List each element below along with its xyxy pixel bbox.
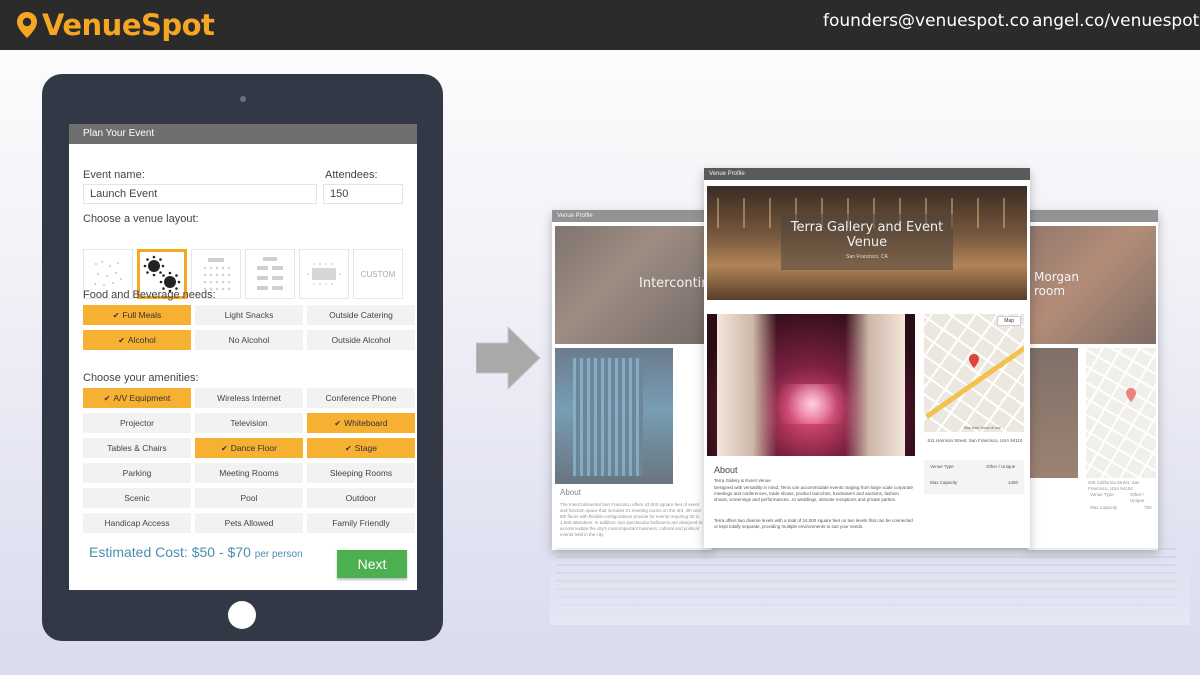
amenity-option[interactable]: Family Friendly	[307, 513, 415, 533]
venue-right-type-value: Other / Unique	[1130, 492, 1145, 503]
amenity-option[interactable]: Whiteboard	[307, 413, 415, 433]
venue-card-right[interactable]: Morgan room 405 California Street, San F…	[1028, 210, 1158, 550]
map-footer: Map Data Terms of Use	[964, 426, 1001, 430]
angel-link[interactable]: angel.co/venuespot	[1032, 11, 1199, 31]
venue-hero-photo: Terra Gallery and Event Venue San Franci…	[707, 186, 1027, 300]
venue-center-about-label: About	[714, 465, 738, 475]
plan-event-title: Plan Your Event	[69, 124, 417, 144]
venue-left-about-label: About	[560, 488, 581, 497]
map-marker-icon	[969, 354, 979, 368]
venue-right-capacity-label: Max Capacity	[1090, 505, 1118, 510]
venue-card-left[interactable]: Venue Profile Intercontin About The Inte…	[552, 210, 712, 550]
layout-conference[interactable]	[299, 249, 349, 299]
plan-event-screen: Plan Your Event Event name: Launch Event…	[69, 124, 417, 590]
venue-type-label: Venue Type	[930, 464, 954, 469]
venue-center-about-body: Designed with versatility in mind, Terra…	[714, 485, 914, 502]
food-option[interactable]: Light Snacks	[195, 305, 303, 325]
venue-reflection-fade	[550, 545, 1190, 625]
venue-center-map[interactable]: Map Map Data Terms of Use	[924, 314, 1024, 432]
map-pin-icon	[17, 12, 37, 38]
venue-profile-bar	[1028, 210, 1158, 222]
venue-photo-interior	[1028, 348, 1078, 478]
tablet-device: Plan Your Event Event name: Launch Event…	[42, 74, 443, 641]
amenity-option[interactable]: Television	[195, 413, 303, 433]
layout-classroom[interactable]	[245, 249, 295, 299]
event-name-input[interactable]: Launch Event	[83, 184, 317, 204]
venue-photo-building	[555, 348, 673, 484]
amenity-option[interactable]: Sleeping Rooms	[307, 463, 415, 483]
venue-right-capacity-value: 750	[1144, 505, 1152, 510]
estimated-cost: Estimated Cost: $50 - $70 per person	[89, 544, 303, 560]
arrow-right-icon	[476, 325, 541, 391]
amenity-option[interactable]: Meeting Rooms	[195, 463, 303, 483]
amenity-options: A/V Equipment Wireless Internet Conferen…	[83, 388, 415, 533]
amenity-option[interactable]: Tables & Chairs	[83, 438, 191, 458]
scattered-seating-icon	[94, 261, 122, 286]
camera-icon	[240, 96, 246, 102]
max-capacity-label: Max Capacity	[930, 480, 958, 485]
attendees-label: Attendees:	[325, 169, 378, 181]
venue-center-address: 511 Harrison Street, San Francisco, USA …	[927, 438, 1023, 443]
amenity-option[interactable]: Wireless Internet	[195, 388, 303, 408]
estimated-cost-unit: per person	[254, 549, 303, 560]
venue-center-subtitle: San Francisco, CA	[846, 254, 888, 260]
event-name-label: Event name:	[83, 169, 145, 181]
venue-left-title: Intercontin	[639, 276, 710, 291]
amenity-option[interactable]: Handicap Access	[83, 513, 191, 533]
amenity-option[interactable]: Pool	[195, 488, 303, 508]
amenity-option[interactable]: Scenic	[83, 488, 191, 508]
layout-custom-label: CUSTOM	[360, 269, 396, 279]
venue-right-map	[1086, 348, 1156, 478]
venue-profile-bar: Venue Profile	[704, 168, 1030, 180]
venue-center-about-body2: Terra offers two diverse levels with a t…	[714, 518, 913, 529]
venue-center-about-heading: Terra Gallery & Event Venue	[714, 478, 771, 483]
amenity-option[interactable]: Dance Floor	[195, 438, 303, 458]
conference-table-icon	[307, 263, 341, 285]
map-type-button[interactable]: Map	[997, 316, 1021, 326]
amenities-label: Choose your amenities:	[83, 372, 199, 384]
food-option[interactable]: No Alcohol	[195, 330, 303, 350]
amenity-option[interactable]: Outdoor	[307, 488, 415, 508]
food-options: Full Meals Light Snacks Outside Catering…	[83, 305, 415, 350]
amenity-option[interactable]: A/V Equipment	[83, 388, 191, 408]
food-label: Food and Beverage needs:	[83, 289, 216, 301]
max-capacity-value: 1450	[1008, 480, 1019, 485]
venue-photo-banquet: Intercontin	[555, 226, 710, 344]
contact-email[interactable]: founders@venuespot.co	[823, 11, 1029, 31]
amenity-option[interactable]: Parking	[83, 463, 191, 483]
amenity-option[interactable]: Pets Allowed	[195, 513, 303, 533]
food-option[interactable]: Outside Alcohol	[307, 330, 415, 350]
food-option[interactable]: Outside Catering	[307, 305, 415, 325]
layout-label: Choose a venue layout:	[83, 213, 199, 225]
food-option[interactable]: Alcohol	[83, 330, 191, 350]
venue-gallery-photo[interactable]	[707, 314, 915, 456]
theater-seating-icon	[203, 258, 231, 291]
amenity-option[interactable]: Conference Phone	[307, 388, 415, 408]
venue-profile-bar: Venue Profile	[552, 210, 712, 222]
logo-text: VenueSpot	[42, 8, 215, 42]
venue-type-value: Other / Unique	[986, 464, 1016, 469]
layout-custom[interactable]: CUSTOM	[353, 249, 403, 299]
next-button[interactable]: Next	[337, 550, 407, 578]
venue-right-title: Morgan room	[1034, 270, 1079, 298]
attendees-input[interactable]: 150	[323, 184, 403, 204]
amenity-option[interactable]: Projector	[83, 413, 191, 433]
venue-card-center[interactable]: Venue Profile Terra Gallery and Event Ve…	[704, 168, 1030, 548]
home-button[interactable]	[228, 601, 256, 629]
venue-right-address: 405 California Street, San Francisco, US…	[1088, 480, 1140, 491]
venue-center-title: Terra Gallery and Event Venue	[790, 220, 944, 250]
amenity-option[interactable]: Stage	[307, 438, 415, 458]
venuespot-logo[interactable]: VenueSpot	[16, 8, 215, 42]
venue-left-about-text: The InterContinental San Francisco offer…	[560, 502, 703, 537]
venue-center-facts: Venue Type Other / Unique Max Capacity 1…	[924, 460, 1024, 494]
venue-photo-ballroom: Morgan room	[1028, 226, 1156, 344]
venue-right-type-label: Venue Type	[1090, 492, 1114, 497]
map-marker-icon	[1126, 388, 1136, 402]
estimated-cost-range: Estimated Cost: $50 - $70	[89, 544, 251, 560]
classroom-seating-icon	[257, 257, 283, 290]
food-option[interactable]: Full Meals	[83, 305, 191, 325]
top-bar: VenueSpot founders@venuespot.co angel.co…	[0, 0, 1200, 50]
